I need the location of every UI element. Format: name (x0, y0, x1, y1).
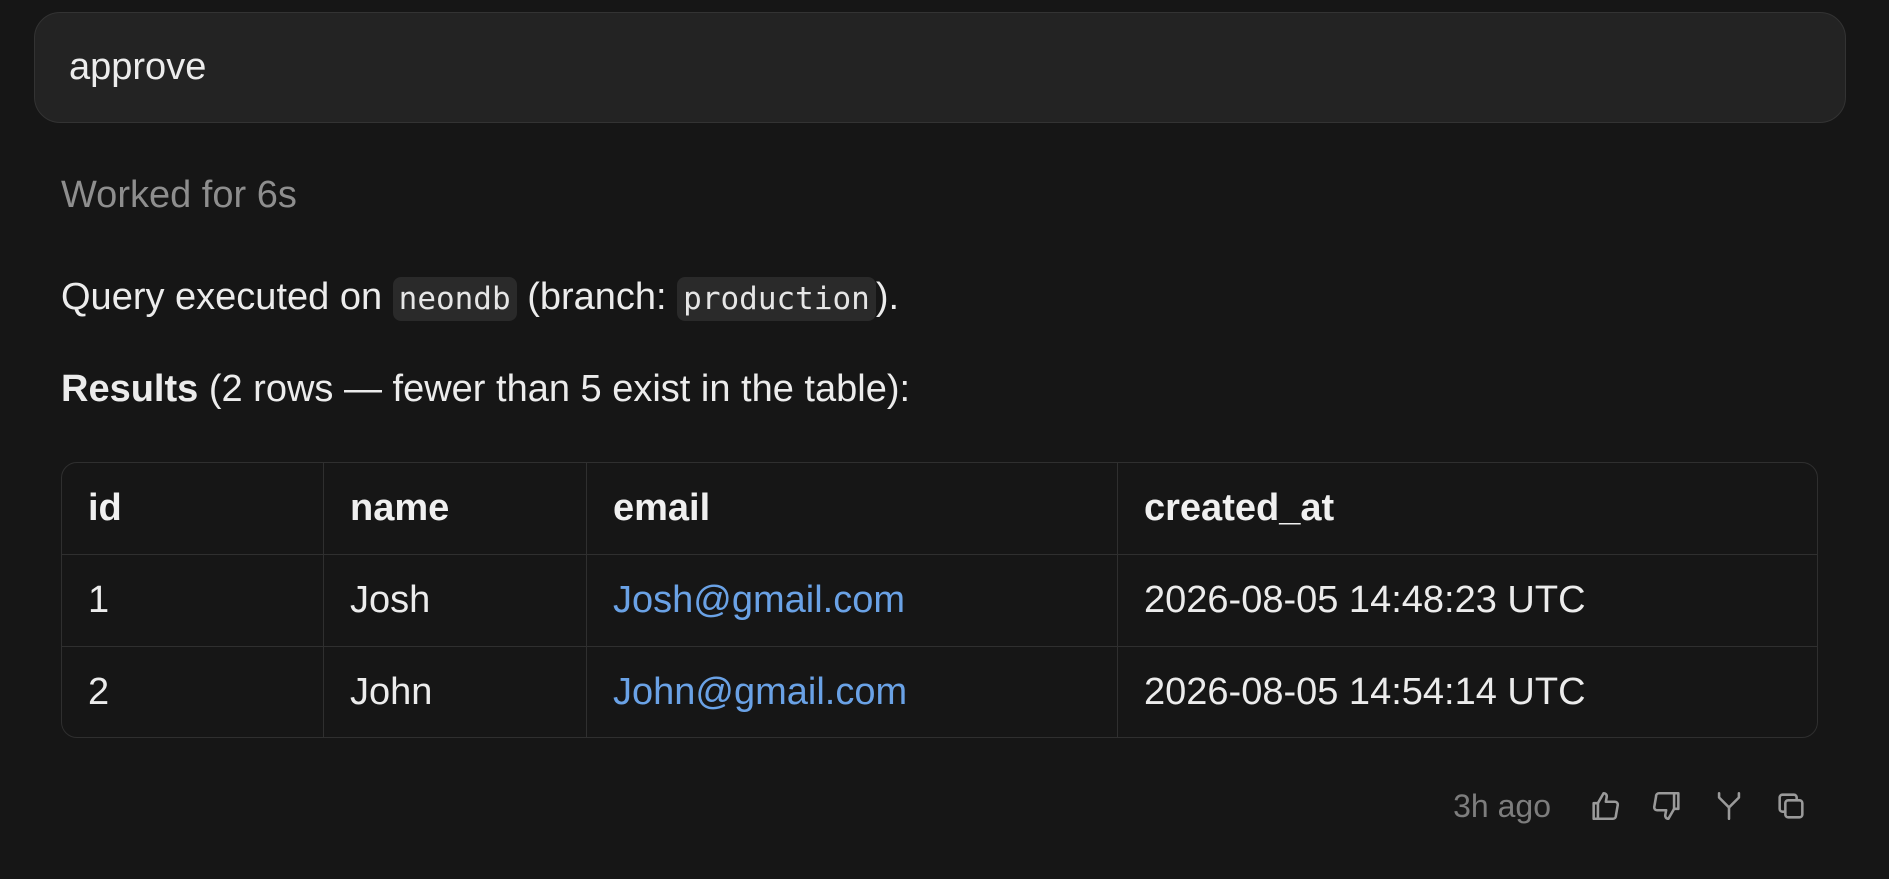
message-timestamp: 3h ago (1453, 787, 1551, 824)
column-header-id: id (62, 463, 324, 555)
table-header-row: id name email created_at (62, 463, 1817, 555)
thumbs-up-icon (1592, 791, 1620, 821)
thumbs-down-button[interactable] (1647, 786, 1687, 826)
results-summary: Results (2 rows — fewer than 5 exist in … (61, 368, 910, 411)
results-detail: (2 rows — fewer than 5 exist in the tabl… (198, 368, 911, 410)
thumbs-down-icon (1652, 791, 1680, 821)
branch-button[interactable] (1709, 786, 1749, 826)
message-actions: 3h ago (1453, 786, 1811, 826)
query-suffix: ). (875, 276, 900, 318)
worked-for-status[interactable]: Worked for 6s (61, 174, 297, 217)
branch-name-code: production (677, 277, 876, 321)
thumbs-up-button[interactable] (1585, 786, 1625, 826)
chat-page: approve Worked for 6s Query executed on … (0, 0, 1889, 879)
branch-icon (1717, 791, 1741, 821)
user-message-text: approve (69, 46, 207, 88)
cell-email: Josh@gmail.com (586, 554, 1118, 647)
email-link[interactable]: John@gmail.com (613, 671, 907, 713)
copy-icon (1778, 793, 1804, 819)
query-summary: Query executed on neondb (branch: produc… (61, 276, 900, 321)
table-row: 1 Josh Josh@gmail.com 2026-08-05 14:48:2… (62, 554, 1817, 647)
cell-id: 1 (62, 554, 324, 647)
db-name-code: neondb (392, 277, 517, 321)
query-middle: (branch: (516, 276, 678, 318)
cell-name: John (323, 646, 587, 737)
column-header-name: name (323, 463, 587, 555)
results-table: id name email created_at 1 Josh Josh@gma… (61, 462, 1818, 738)
table-row: 2 John John@gmail.com 2026-08-05 14:54:1… (62, 646, 1817, 737)
email-link[interactable]: Josh@gmail.com (613, 579, 905, 621)
cell-email: John@gmail.com (586, 646, 1118, 737)
column-header-email: email (586, 463, 1118, 555)
cell-created-at: 2026-08-05 14:54:14 UTC (1144, 671, 1586, 713)
query-prefix: Query executed on (61, 276, 393, 318)
user-message-bubble: approve (34, 12, 1846, 123)
cell-id: 2 (62, 646, 324, 737)
column-header-created-at: created_at (1117, 463, 1817, 555)
cell-name: Josh (323, 554, 587, 647)
copy-button[interactable] (1771, 786, 1811, 826)
results-label: Results (61, 368, 199, 410)
cell-created-at: 2026-08-05 14:48:23 UTC (1117, 554, 1817, 647)
